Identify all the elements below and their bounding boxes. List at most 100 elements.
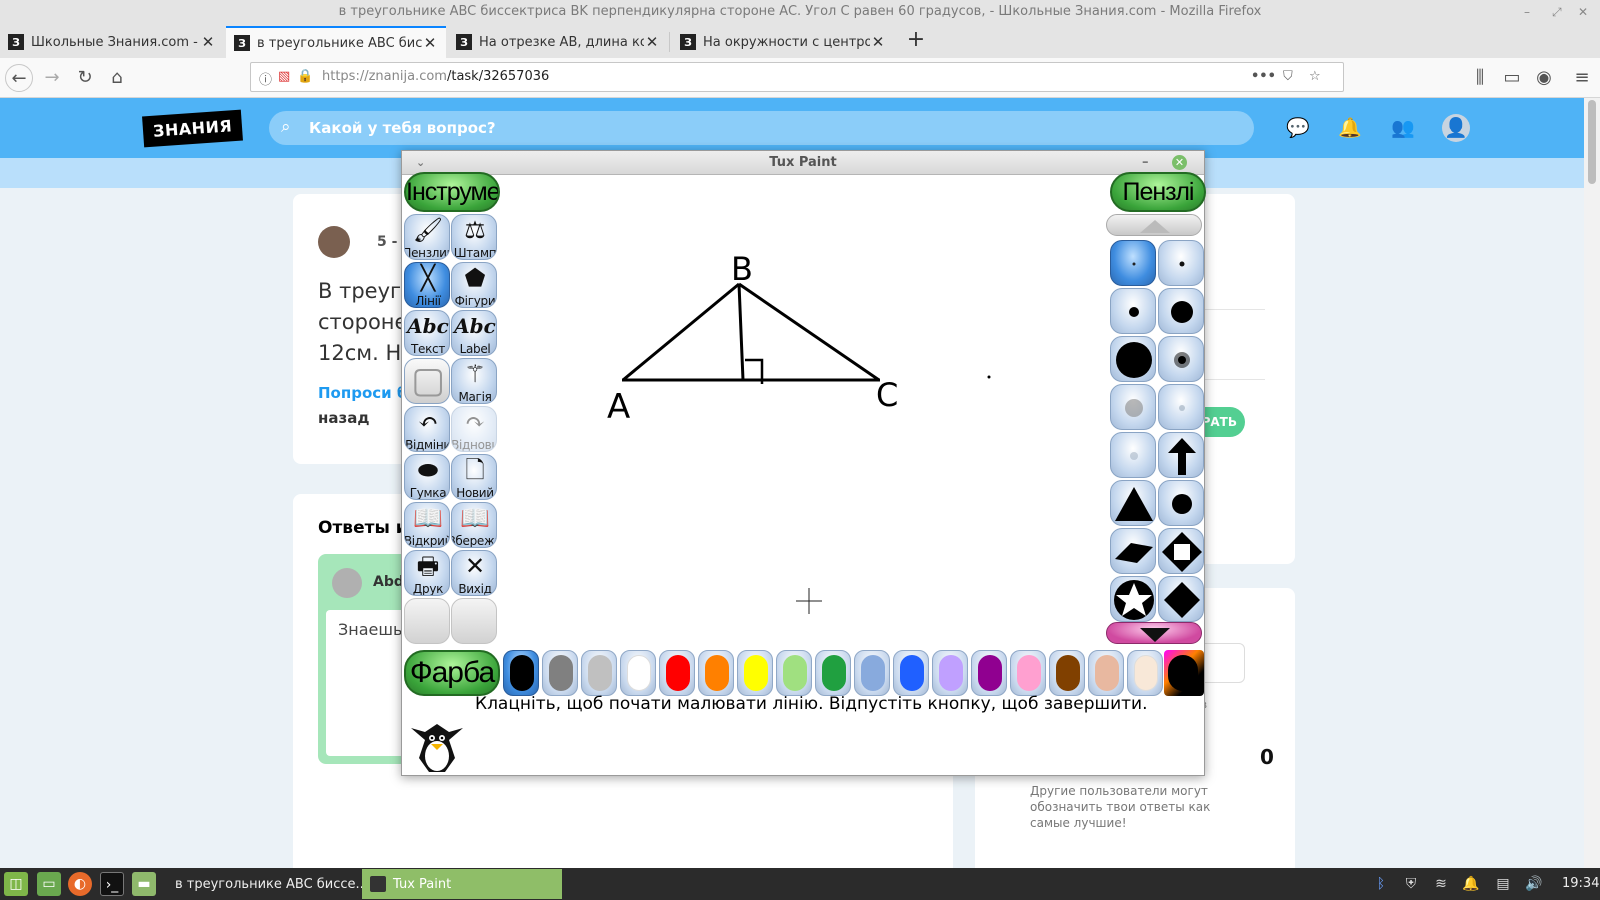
tool-shapes-button[interactable]: ⬟ Фігури bbox=[451, 262, 497, 308]
brush-fuzzy-dot-button[interactable] bbox=[1158, 336, 1204, 382]
asker-avatar[interactable] bbox=[318, 226, 350, 258]
color-swatch[interactable] bbox=[776, 650, 812, 696]
color-swatch[interactable] bbox=[698, 650, 734, 696]
brush-triangle-button[interactable] bbox=[1110, 480, 1156, 526]
color-swatch[interactable] bbox=[893, 650, 929, 696]
close-window-icon[interactable]: ✕ bbox=[1578, 0, 1588, 24]
wifi-icon[interactable]: ≋ bbox=[1430, 872, 1452, 896]
page-scrollbar[interactable] bbox=[1584, 98, 1600, 868]
show-desktop-icon[interactable]: ▭ bbox=[37, 872, 61, 896]
tool-stamp-button[interactable]: ⚖ Штамп bbox=[451, 214, 497, 260]
tool-save-button[interactable]: 📖 Збережи bbox=[451, 502, 497, 548]
info-icon[interactable]: ⓘ bbox=[259, 69, 272, 88]
brush-small-dot-button[interactable] bbox=[1158, 240, 1204, 286]
tool-magic-wand-button[interactable]: ⚚ Магія bbox=[451, 358, 497, 404]
tab-segment-question[interactable]: З На отрезке AB, длина котор ✕ bbox=[448, 26, 668, 58]
tool-print-button[interactable]: 🖶 Друк bbox=[404, 550, 450, 596]
brush-large-dot-button[interactable] bbox=[1158, 288, 1204, 334]
brush-faint-dot-button[interactable] bbox=[1158, 384, 1204, 430]
back-arrow-icon[interactable]: ← bbox=[5, 64, 33, 92]
brush-medium-dot-button[interactable] bbox=[1110, 288, 1156, 334]
answerer-name[interactable]: Abd bbox=[373, 574, 404, 590]
back-link[interactable]: назад bbox=[318, 409, 369, 427]
messages-icon[interactable]: 💬 bbox=[1284, 114, 1312, 142]
tool-redo-button[interactable]: ↷ Віднови bbox=[451, 406, 497, 452]
account-icon[interactable]: ◉ bbox=[1530, 64, 1558, 92]
tool-brush-button[interactable]: 🖌 Пензлик bbox=[404, 214, 450, 260]
minimize-window-icon[interactable]: – bbox=[1524, 0, 1530, 24]
hamburger-menu-icon[interactable]: ≡ bbox=[1568, 64, 1596, 92]
close-icon[interactable]: ✕ bbox=[1172, 155, 1187, 170]
color-swatch[interactable] bbox=[659, 650, 695, 696]
color-swatch[interactable] bbox=[1127, 650, 1163, 696]
url-bar[interactable]: ⓘ ▧ 🔒 https://znanija.com/task/32657036 … bbox=[250, 62, 1344, 92]
tool-eraser-button[interactable]: ⬬ Гумка bbox=[404, 454, 450, 500]
clipboard-icon[interactable]: ▤ bbox=[1492, 872, 1514, 896]
color-picker-button[interactable] bbox=[1164, 650, 1204, 696]
profile-avatar-icon[interactable]: 👤 bbox=[1442, 114, 1470, 142]
brush-diamond-frame-button[interactable] bbox=[1158, 528, 1204, 574]
brushes-scroll-down-button[interactable] bbox=[1106, 622, 1202, 644]
brush-slash-button[interactable] bbox=[1110, 528, 1156, 574]
brushes-scroll-up-button[interactable] bbox=[1106, 214, 1202, 236]
scrollbar-thumb[interactable] bbox=[1588, 100, 1596, 184]
notifications-bell-icon[interactable]: 🔔 bbox=[1336, 114, 1364, 142]
brush-diamond-button[interactable] bbox=[1158, 576, 1204, 622]
znanija-logo[interactable]: ЗНАНИЯ bbox=[142, 109, 244, 148]
color-swatch[interactable] bbox=[1088, 650, 1124, 696]
color-swatch[interactable] bbox=[854, 650, 890, 696]
brush-grey-blur-dot-button[interactable] bbox=[1110, 384, 1156, 430]
tab-current-question[interactable]: З в треугольнике ABC биссек ✕ bbox=[226, 26, 446, 58]
pocket-icon[interactable]: ⛉ bbox=[1283, 69, 1293, 84]
shield-icon[interactable]: ⛨ bbox=[1400, 872, 1422, 896]
tool-label-button[interactable]: Abc Label bbox=[451, 310, 497, 356]
answerer-avatar[interactable] bbox=[332, 568, 362, 598]
tracking-protection-icon[interactable]: ▧ bbox=[278, 69, 290, 84]
reload-icon[interactable]: ↻ bbox=[71, 64, 99, 92]
bluetooth-icon[interactable]: ᛒ bbox=[1370, 872, 1392, 896]
firefox-launcher-icon[interactable]: ◐ bbox=[68, 872, 92, 896]
brush-star-button[interactable] bbox=[1110, 576, 1156, 622]
home-icon[interactable]: ⌂ bbox=[103, 64, 131, 92]
site-search-input[interactable]: ⌕ Какой у тебя вопрос? bbox=[269, 111, 1254, 145]
brush-round-dot-button[interactable] bbox=[1158, 480, 1204, 526]
brush-arrow-up-button[interactable] bbox=[1158, 432, 1204, 478]
terminal-launcher-icon[interactable]: ›_ bbox=[100, 872, 124, 896]
volume-icon[interactable]: 🔊 bbox=[1523, 872, 1545, 896]
new-tab-button[interactable]: + bbox=[903, 26, 929, 54]
tool-blank-button[interactable]: ▢ bbox=[404, 358, 450, 404]
color-swatch[interactable] bbox=[737, 650, 773, 696]
tool-new-button[interactable]: 🗋 Новий bbox=[451, 454, 497, 500]
color-swatch[interactable] bbox=[971, 650, 1007, 696]
library-icon[interactable]: ⫼ bbox=[1466, 64, 1494, 92]
color-swatch[interactable] bbox=[815, 650, 851, 696]
tool-quit-button[interactable]: ✕ Вихід bbox=[451, 550, 497, 596]
tool-lines-button[interactable]: ╳ Лінії bbox=[404, 262, 450, 308]
color-swatch[interactable] bbox=[1010, 650, 1046, 696]
lock-icon[interactable]: 🔒 bbox=[297, 69, 313, 84]
color-swatch[interactable] bbox=[1049, 650, 1085, 696]
sidebar-icon[interactable]: ▭ bbox=[1498, 64, 1526, 92]
tab-circle-question[interactable]: З На окружности с центром в ✕ bbox=[672, 26, 894, 58]
maximize-window-icon[interactable]: ⤢ bbox=[1552, 0, 1562, 24]
brush-faint-small-dot-button[interactable] bbox=[1110, 432, 1156, 478]
color-swatch[interactable] bbox=[542, 650, 578, 696]
close-tab-icon[interactable]: ✕ bbox=[422, 34, 438, 52]
tab-znanija-home[interactable]: З Школьные Знания.com - Ре ✕ bbox=[0, 26, 224, 58]
close-tab-icon[interactable]: ✕ bbox=[644, 33, 660, 51]
taskbar-firefox-window[interactable]: в треугольнике ABC биссе... bbox=[160, 869, 368, 899]
tool-text-button[interactable]: Abc Текст bbox=[404, 310, 450, 356]
close-tab-icon[interactable]: ✕ bbox=[200, 33, 216, 51]
bookmark-star-icon[interactable]: ☆ bbox=[1309, 69, 1321, 84]
color-swatch[interactable] bbox=[503, 650, 539, 696]
drawing-canvas[interactable]: B A C bbox=[501, 174, 1106, 646]
friends-icon[interactable]: 👥 bbox=[1389, 114, 1417, 142]
color-swatch[interactable] bbox=[932, 650, 968, 696]
color-swatch[interactable] bbox=[581, 650, 617, 696]
taskbar-tuxpaint-window[interactable]: Tux Paint bbox=[362, 869, 562, 899]
color-swatch[interactable] bbox=[620, 650, 656, 696]
page-actions-icon[interactable]: ••• bbox=[1251, 69, 1276, 84]
brush-xlarge-dot-button[interactable] bbox=[1110, 336, 1156, 382]
tool-undo-button[interactable]: ↶ Відміни bbox=[404, 406, 450, 452]
files-launcher-icon[interactable]: ▬ bbox=[132, 872, 156, 896]
